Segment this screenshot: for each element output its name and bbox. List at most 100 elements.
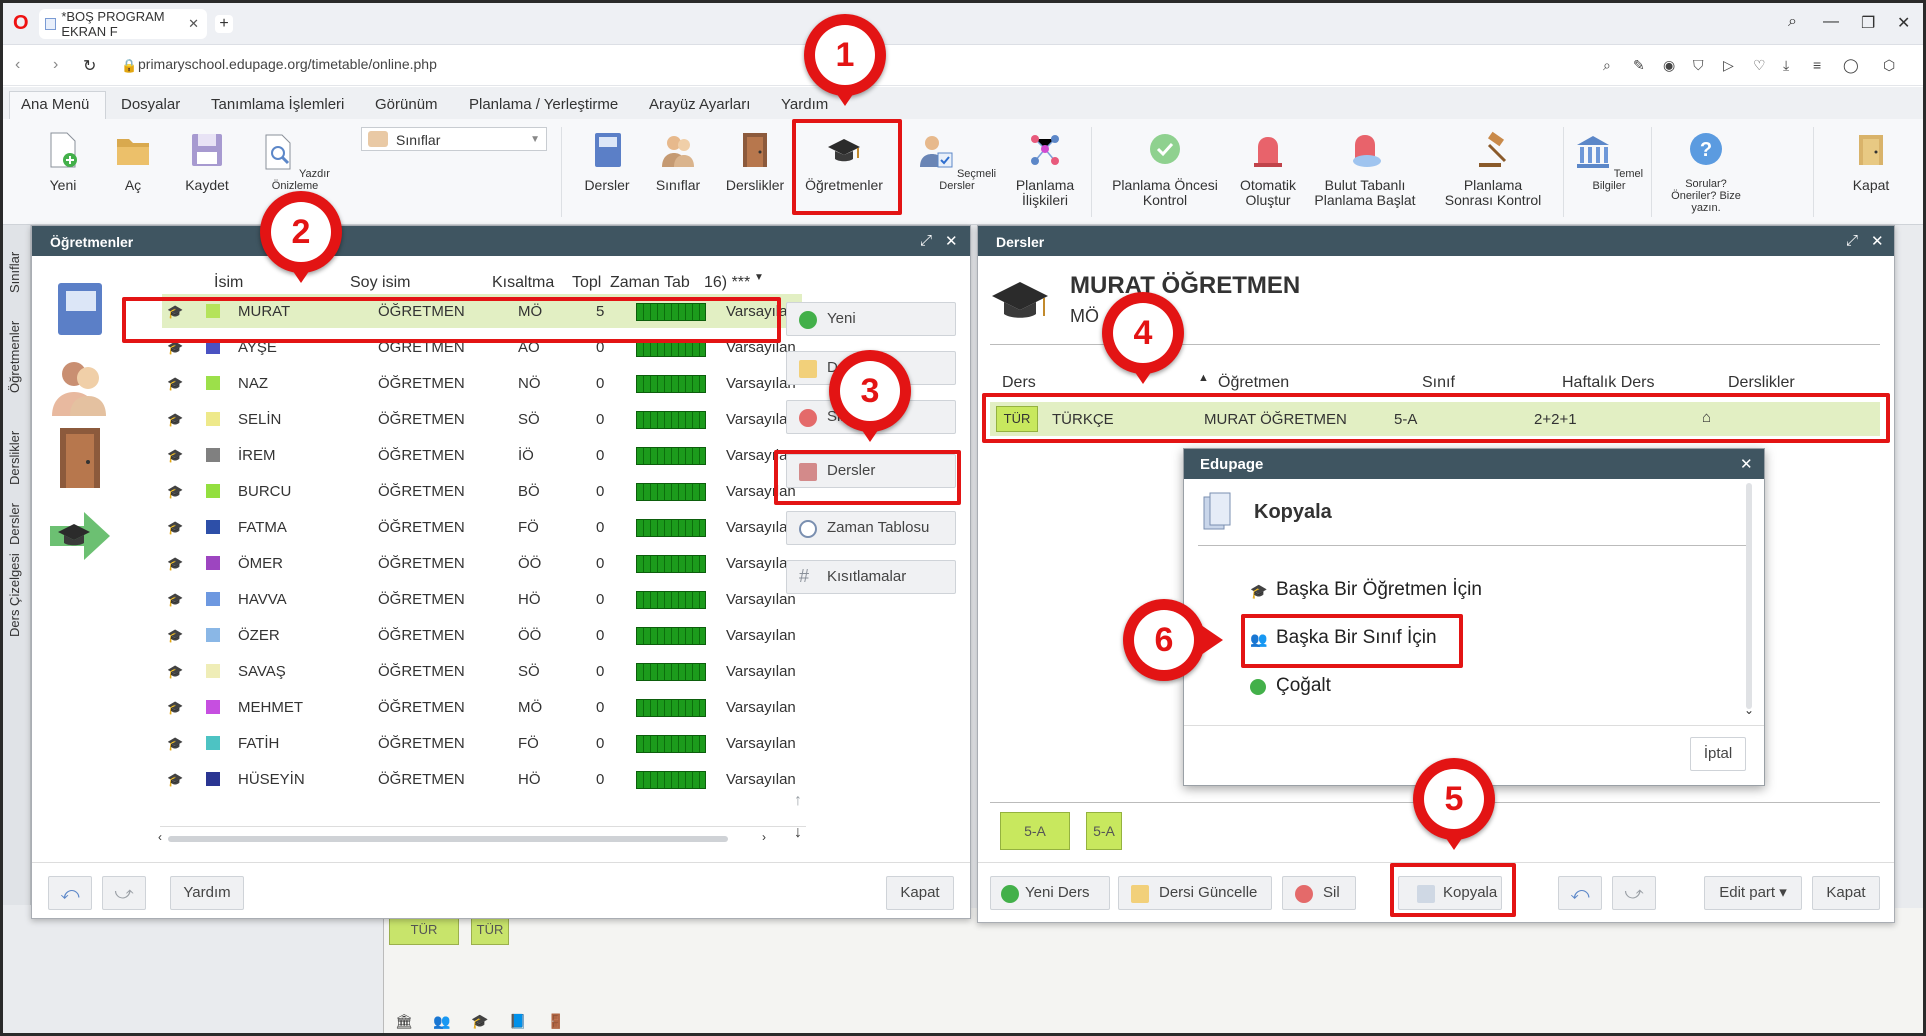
header-16[interactable]: 16) *** <box>704 274 750 292</box>
scroll-down-icon[interactable]: ↓ <box>794 824 802 842</box>
teacher-row[interactable]: 🎓 MEHMET ÖĞRETMEN MÖ 0 Varsayılan <box>162 690 802 724</box>
timetable-cell[interactable]: TÜR <box>389 915 459 945</box>
scroll-right-icon[interactable]: › <box>762 830 766 844</box>
column-chevron-icon[interactable]: ▼ <box>754 272 764 283</box>
update-lesson-button[interactable]: Dersi Güncelle <box>1118 876 1272 910</box>
extension-icon[interactable]: ⬡ <box>1883 57 1895 74</box>
institution-small-icon[interactable]: 🏛 <box>395 1013 413 1030</box>
teacher-row[interactable]: 🎓 ÖMER ÖĞRETMEN ÖÖ 0 Varsayılan <box>162 546 802 580</box>
teacher-constraints-button[interactable]: # Kısıtlamalar <box>786 560 956 594</box>
timetable-cell[interactable]: TÜR <box>471 915 509 945</box>
play-icon[interactable]: ▷ <box>1723 57 1734 74</box>
teacher-row[interactable]: 🎓 NAZ ÖĞRETMEN NÖ 0 Varsayılan <box>162 366 802 400</box>
scroll-left-icon[interactable]: ‹ <box>158 830 162 844</box>
secmeli-button[interactable]: Seçmeli Dersler <box>913 133 1001 192</box>
header-kisaltma[interactable]: Kısaltma <box>492 274 554 292</box>
browser-tab[interactable]: *BOŞ PROGRAM EKRAN F ✕ <box>39 9 207 39</box>
yazdir-button[interactable]: Yazdır Önizleme <box>253 133 337 192</box>
temel-bilgiler-button[interactable]: Temel Bilgiler <box>1571 133 1647 192</box>
redo-button[interactable]: ⤻ <box>102 876 146 910</box>
minimize-icon[interactable]: — <box>1823 13 1839 31</box>
vtab-ogretmenler[interactable]: Öğretmenler <box>7 321 22 393</box>
dersler-button[interactable]: Dersler <box>581 131 633 193</box>
otomatik-olustur-button[interactable]: Otomatik Oluştur <box>1233 131 1303 208</box>
vtab-derslikler[interactable]: Derslikler <box>7 431 22 485</box>
planlama-sonrasi-button[interactable]: Planlama Sonrası Kontrol <box>1431 131 1555 208</box>
edit-part-button[interactable]: Edit part ▾ <box>1704 876 1802 910</box>
lhdr-ogretmen[interactable]: Öğretmen <box>1218 374 1289 392</box>
forward-icon[interactable]: › <box>53 56 58 74</box>
back-icon[interactable]: ‹ <box>15 56 20 74</box>
duplicate-option[interactable]: Çoğalt <box>1276 675 1331 697</box>
heart-icon[interactable]: ♡ <box>1753 57 1766 74</box>
edit-icon[interactable]: ✎ <box>1633 57 1645 74</box>
undo-button[interactable]: ⤺ <box>48 876 92 910</box>
cap-small-icon[interactable]: 🎓 <box>471 1013 488 1030</box>
tab-gorunum[interactable]: Görünüm <box>375 96 438 113</box>
profile-icon[interactable]: ◯ <box>1843 57 1859 74</box>
siniflar-button[interactable]: Sınıflar <box>651 131 705 193</box>
teacher-row[interactable]: 🎓 HAVVA ÖĞRETMEN HÖ 0 Varsayılan <box>162 582 802 616</box>
lhdr-sinif[interactable]: Sınıf <box>1422 374 1455 392</box>
teacher-new-button[interactable]: Yeni <box>786 302 956 336</box>
dialog-cancel-button[interactable]: İptal <box>1690 737 1746 771</box>
maximize-icon[interactable]: ⤢ <box>1846 232 1858 249</box>
teacher-row[interactable]: 🎓 FATMA ÖĞRETMEN FÖ 0 Varsayılan <box>162 510 802 544</box>
menu-icon[interactable]: ≡ <box>1813 57 1821 73</box>
copy-other-teacher-option[interactable]: Başka Bir Öğretmen İçin <box>1276 579 1482 601</box>
lhdr-haftalik[interactable]: Haftalık Ders <box>1562 374 1654 392</box>
ac-button[interactable]: Aç <box>111 131 155 193</box>
teacher-row[interactable]: 🎓 HÜSEYİN ÖĞRETMEN HÖ 0 Varsayılan <box>162 762 802 796</box>
scroll-up-icon[interactable]: ↑ <box>794 792 802 810</box>
dialog-scrollbar[interactable] <box>1746 483 1752 709</box>
redo-button[interactable]: ⤻ <box>1612 876 1656 910</box>
opera-logo-icon[interactable]: O <box>13 13 29 33</box>
teachers-close-button[interactable]: Kapat <box>886 876 954 910</box>
class-cell[interactable]: 5-A <box>1000 812 1070 850</box>
sorular-button[interactable]: ? Sorular? Öneriler? Bize yazın. <box>1663 131 1749 214</box>
header-zaman-tablosu[interactable]: Zaman Tab <box>610 274 690 292</box>
teacher-row[interactable]: 🎓 ÖZER ÖĞRETMEN ÖÖ 0 Varsayılan <box>162 618 802 652</box>
teacher-row[interactable]: 🎓 İREM ÖĞRETMEN İÖ 0 Varsayılan <box>162 438 802 472</box>
close-window-icon[interactable]: ✕ <box>1897 13 1910 33</box>
tab-ana-menu[interactable]: Ana Menü <box>21 96 89 113</box>
delete-lesson-button[interactable]: Sil <box>1282 876 1356 910</box>
bulut-planlama-button[interactable]: Bulut Tabanlı Planlama Başlat <box>1309 131 1421 208</box>
yeni-button[interactable]: Yeni <box>43 131 83 193</box>
restore-icon[interactable]: ❐ <box>1861 13 1875 33</box>
teacher-timetable-button[interactable]: Zaman Tablosu <box>786 511 956 545</box>
camera-icon[interactable]: ◉ <box>1663 57 1675 74</box>
tab-arayuz[interactable]: Arayüz Ayarları <box>649 96 750 113</box>
teacher-arrow-icon[interactable] <box>48 508 112 566</box>
lhdr-ders[interactable]: Ders <box>1002 374 1036 392</box>
help-button[interactable]: Yardım <box>170 876 244 910</box>
header-soy-isim[interactable]: Soy isim <box>350 274 410 292</box>
planlama-oncesi-button[interactable]: Planlama Öncesi Kontrol <box>1103 131 1227 208</box>
maximize-icon[interactable]: ⤢ <box>920 232 932 249</box>
horizontal-scrollbar[interactable] <box>168 836 728 842</box>
search-icon[interactable]: ⌕ <box>1788 13 1797 31</box>
new-lesson-button[interactable]: Yeni Ders <box>990 876 1110 910</box>
close-icon[interactable]: ✕ <box>945 232 958 250</box>
teacher-row[interactable]: 🎓 SAVAŞ ÖĞRETMEN SÖ 0 Varsayılan <box>162 654 802 688</box>
url-field[interactable]: primaryschool.edupage.org/timetable/onli… <box>138 56 437 72</box>
class-select[interactable]: Sınıflar ▼ <box>361 127 547 151</box>
dialog-close-icon[interactable]: ✕ <box>1740 455 1753 473</box>
kaydet-button[interactable]: Kaydet <box>175 131 239 193</box>
header-toplam[interactable]: Topl <box>572 274 601 292</box>
header-isim[interactable]: İsim <box>214 274 243 292</box>
derslikler-button[interactable]: Derslikler <box>723 131 787 193</box>
tab-dosyalar[interactable]: Dosyalar <box>121 96 180 113</box>
class-cell[interactable]: 5-A <box>1086 812 1122 850</box>
undo-button[interactable]: ⤺ <box>1558 876 1602 910</box>
new-tab-button[interactable]: + <box>215 15 233 33</box>
teacher-row[interactable]: 🎓 SELİN ÖĞRETMEN SÖ 0 Varsayılan <box>162 402 802 436</box>
book-small-icon[interactable]: 📘 <box>509 1013 526 1030</box>
vtab-siniflar[interactable]: Sınıflar <box>7 252 22 293</box>
tab-planlama[interactable]: Planlama / Yerleştirme <box>469 96 618 113</box>
teacher-row[interactable]: 🎓 BURCU ÖĞRETMEN BÖ 0 Varsayılan <box>162 474 802 508</box>
reload-icon[interactable]: ↻ <box>83 56 96 76</box>
shield-icon[interactable]: ⛉ <box>1693 57 1704 74</box>
vtab-dersler[interactable]: Dersler <box>7 503 22 545</box>
kapat-button[interactable]: Kapat <box>1843 131 1899 193</box>
